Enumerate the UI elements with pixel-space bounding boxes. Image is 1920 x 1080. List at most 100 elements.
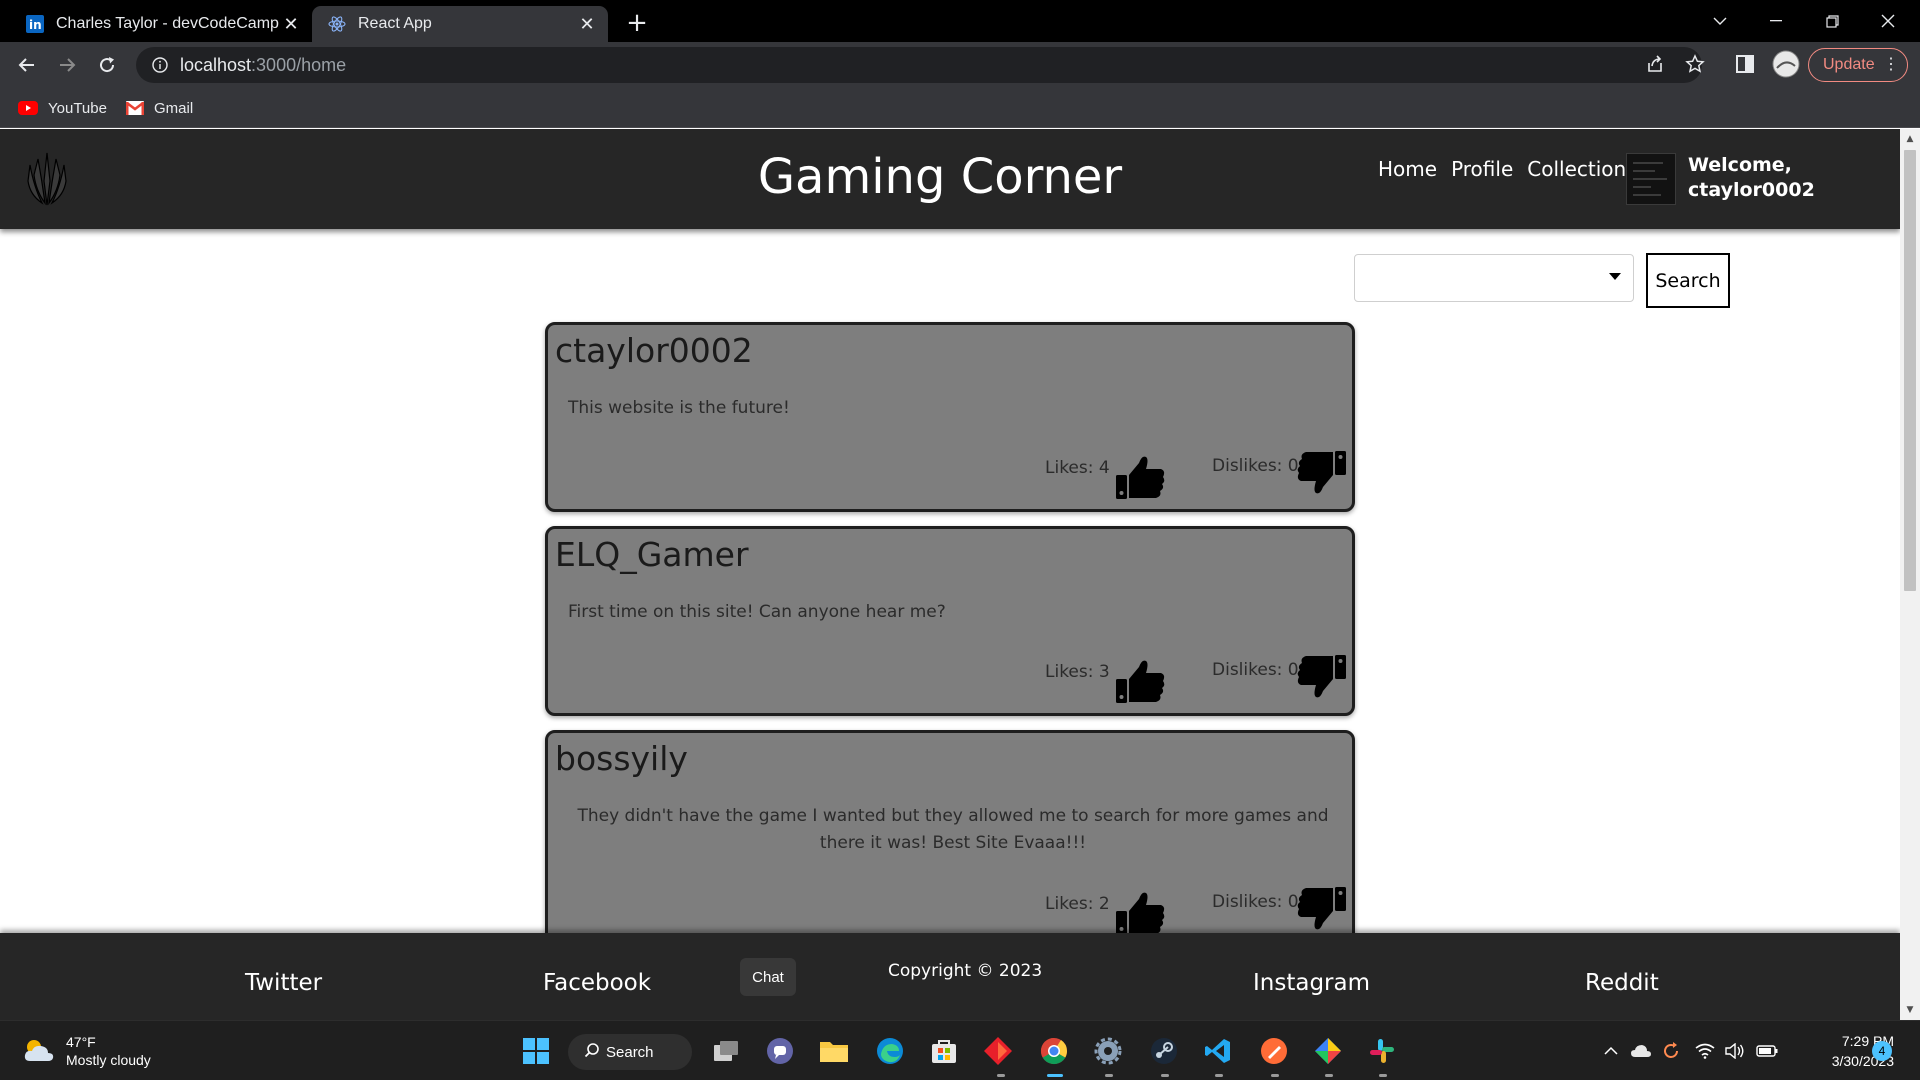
likes-count: Likes: 2 (1045, 894, 1110, 914)
running-indicator (1379, 1074, 1387, 1077)
restore-icon[interactable] (1804, 0, 1860, 42)
nav-collection-link[interactable]: Collection (1527, 157, 1626, 181)
running-indicator (1271, 1074, 1279, 1077)
footer-facebook-link[interactable]: Facebook (543, 970, 651, 996)
url-text: localhost:3000/home (180, 55, 346, 76)
close-window-icon[interactable] (1860, 0, 1916, 42)
running-indicator (997, 1074, 1005, 1077)
thumbs-down-icon[interactable] (1296, 447, 1348, 499)
running-indicator (1105, 1074, 1113, 1077)
close-tab-icon[interactable]: ✕ (280, 13, 302, 35)
settings-gear-icon[interactable] (1090, 1033, 1126, 1069)
show-hidden-icons-chevron-up-icon[interactable] (1598, 1039, 1624, 1063)
browser-tab-bar: in Charles Taylor - devCodeCamp - ✕ Reac… (0, 0, 1920, 42)
battery-icon[interactable] (1754, 1039, 1780, 1063)
bookmarks-bar: YouTube Gmail (0, 88, 1920, 128)
app-red-diamond-icon[interactable] (980, 1033, 1016, 1069)
page-scrollbar[interactable]: ▲ ▼ (1900, 129, 1920, 1020)
tab-react-app[interactable]: React App ✕ (312, 6, 608, 42)
update-button[interactable]: Update ⋮ (1808, 48, 1908, 82)
vscode-icon[interactable] (1200, 1033, 1236, 1069)
volume-icon[interactable] (1722, 1039, 1748, 1063)
main-nav: Home Profile Collection (1378, 157, 1626, 181)
side-panel-icon[interactable] (1732, 51, 1758, 77)
onedrive-cloud-icon[interactable] (1628, 1039, 1654, 1063)
bookmark-label: YouTube (48, 99, 107, 117)
tab-search-icon[interactable] (1692, 0, 1748, 42)
cloudy-weather-icon (24, 1040, 54, 1061)
minimize-icon[interactable] (1748, 0, 1804, 42)
bookmark-youtube[interactable]: YouTube (18, 96, 107, 120)
postman-icon[interactable] (1256, 1033, 1292, 1069)
thumbs-down-icon[interactable] (1296, 883, 1348, 935)
scroll-down-icon[interactable]: ▼ (1905, 1005, 1915, 1015)
bookmark-label: Gmail (154, 99, 194, 117)
update-label: Update (1823, 56, 1875, 73)
running-indicator-active (1047, 1074, 1063, 1077)
tab-linkedin[interactable]: in Charles Taylor - devCodeCamp - ✕ (10, 6, 312, 42)
notification-badge[interactable]: 4 (1872, 1041, 1892, 1061)
site-info-icon[interactable] (150, 55, 170, 75)
menu-dots-icon[interactable]: ⋮ (1883, 54, 1899, 74)
slack-icon[interactable] (1364, 1033, 1400, 1069)
profile-avatar-icon[interactable] (1772, 50, 1800, 78)
microsoft-store-icon[interactable] (926, 1033, 962, 1069)
welcome-message: Welcome, ctaylor0002 (1688, 153, 1815, 203)
weather-condition: Mostly cloudy (66, 1052, 151, 1068)
forward-icon[interactable] (51, 49, 83, 81)
gmail-icon (126, 101, 144, 115)
file-explorer-icon[interactable] (816, 1033, 852, 1069)
taskbar-search[interactable]: Search (568, 1034, 692, 1070)
close-tab-icon[interactable]: ✕ (576, 13, 598, 35)
teams-chat-icon[interactable] (762, 1033, 798, 1069)
taskbar-search-label: Search (606, 1043, 654, 1061)
thumbs-up-icon[interactable] (1114, 887, 1166, 939)
bookmark-star-icon[interactable] (1682, 51, 1708, 77)
edge-browser-icon[interactable] (872, 1033, 908, 1069)
footer-twitter-link[interactable]: Twitter (245, 970, 322, 996)
search-icon (584, 1042, 600, 1062)
nav-home-link[interactable]: Home (1378, 157, 1437, 181)
welcome-username: ctaylor0002 (1688, 179, 1815, 201)
user-avatar[interactable] (1626, 153, 1676, 205)
thumbs-down-icon[interactable] (1296, 651, 1348, 703)
scrollbar-thumb[interactable] (1904, 150, 1916, 591)
page-viewport: Gaming Corner Home Profile Collection We… (0, 129, 1900, 1020)
post-author: ELQ_Gamer (555, 535, 749, 574)
post-card: bossyily They didn't have the game I wan… (545, 730, 1355, 960)
footer-reddit-link[interactable]: Reddit (1585, 970, 1659, 996)
app-diamond-icon[interactable] (1310, 1033, 1346, 1069)
share-icon[interactable] (1642, 51, 1668, 77)
footer-instagram-link[interactable]: Instagram (1253, 970, 1370, 996)
reload-icon[interactable] (91, 49, 123, 81)
search-button[interactable]: Search (1646, 253, 1730, 308)
dislikes-count: Dislikes: 0 (1212, 892, 1299, 912)
dislikes-count: Dislikes: 0 (1212, 456, 1299, 476)
nav-profile-link[interactable]: Profile (1451, 157, 1513, 181)
wifi-icon[interactable] (1692, 1039, 1718, 1063)
post-author: ctaylor0002 (555, 331, 753, 370)
youtube-icon (18, 101, 38, 115)
scroll-up-icon[interactable]: ▲ (1905, 134, 1915, 144)
running-indicator (1161, 1074, 1169, 1077)
post-card: ELQ_Gamer First time on this site! Can a… (545, 526, 1355, 716)
weather-widget[interactable]: 47°F Mostly cloudy (22, 1033, 151, 1069)
new-tab-button[interactable]: + (622, 8, 652, 38)
thumbs-up-icon[interactable] (1114, 655, 1166, 707)
site-header: Gaming Corner Home Profile Collection We… (0, 129, 1900, 229)
windows-taskbar: 47°F Mostly cloudy Search 7:29 PM 3/30/2… (0, 1020, 1920, 1080)
windows-start-icon[interactable] (518, 1033, 554, 1069)
chrome-icon[interactable] (1036, 1033, 1072, 1069)
browser-toolbar: localhost:3000/home Update ⋮ (0, 42, 1920, 88)
bookmark-gmail[interactable]: Gmail (126, 96, 193, 120)
site-footer: Twitter Facebook Chat Copyright © 2023 I… (0, 933, 1900, 1020)
back-icon[interactable] (11, 49, 43, 81)
thumbs-up-icon[interactable] (1114, 451, 1166, 503)
sync-icon[interactable] (1658, 1039, 1684, 1063)
address-bar[interactable]: localhost:3000/home (136, 47, 1702, 83)
chevron-down-icon[interactable] (1609, 273, 1621, 280)
search-select[interactable] (1354, 254, 1634, 302)
steam-icon[interactable] (1146, 1033, 1182, 1069)
task-view-icon[interactable] (708, 1033, 744, 1069)
dislikes-count: Dislikes: 0 (1212, 660, 1299, 680)
